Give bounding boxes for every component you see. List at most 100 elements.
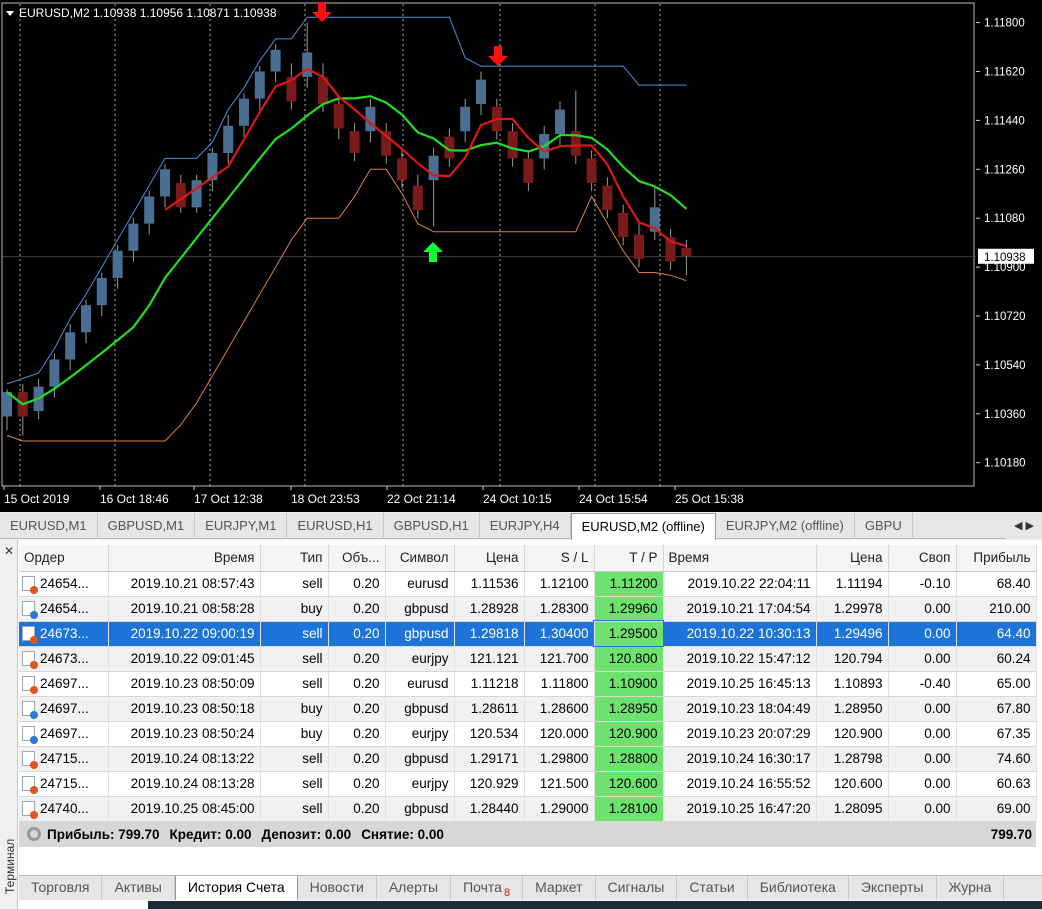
column-header[interactable]: Своп [888,545,957,572]
table-row[interactable]: 24697... 2019.10.23 08:50:24 buy 0.20 eurjpy… [19,721,1037,747]
table-cell: 120.000 [524,721,595,747]
terminal-tab[interactable]: Торговля [19,876,103,900]
bull-candle [160,169,170,197]
symbol-tab[interactable]: GBPU [855,513,913,539]
time-tick-label: 15 Oct 2019 [4,492,70,506]
order-id: 24715... [40,776,89,791]
symbol-tab[interactable]: EURUSD,M1 [0,513,98,539]
table-cell: 69.00 [956,796,1037,822]
terminal-tab[interactable]: Журна [937,876,1005,900]
column-header[interactable]: Цена [816,545,889,572]
table-cell: 0.20 [328,596,386,622]
table-cell: 2019.10.24 08:13:22 [108,746,261,772]
symbol-tab[interactable]: EURJPY,H4 [480,513,571,539]
price-tick-label: 1.11440 [984,115,1025,127]
column-header[interactable]: Тип [260,545,329,572]
table-cell: 1.28300 [524,596,595,622]
symbol-tab[interactable]: EURUSD,H1 [287,513,384,539]
symbol-tab[interactable]: EURJPY,M1 [195,513,288,539]
table-row[interactable]: 24697... 2019.10.23 08:50:09 sell 0.20 eurus… [19,671,1037,697]
bull-candle [191,180,202,208]
chart-title: EURUSD,M2 1.10938 1.10956 1.10871 1.1093… [6,6,277,20]
bull-candle [144,196,155,224]
table-cell: 121.121 [454,646,525,672]
symbol-tab[interactable]: EURUSD,M2 (offline) [570,513,716,540]
symbol-tab[interactable]: GBPUSD,M1 [98,513,196,539]
table-cell: 1.28928 [454,596,525,622]
account-history-table: Ордер Время Тип Объ... Символ Цена S / LT / PВ… [19,545,1037,822]
table-cell: 1.28798 [816,746,889,772]
table-cell: sell [260,796,329,822]
terminal-tab[interactable]: Активы [102,876,175,900]
table-row[interactable]: 24654... 2019.10.21 08:58:28 buy 0.20 gbpusd… [19,596,1037,622]
bull-candle [270,49,281,72]
bull-candle [128,223,139,251]
sell-signal-arrow-icon [312,2,332,22]
column-header[interactable]: Объ... [328,545,386,572]
symbol-tab[interactable]: EURJPY,M2 (offline) [716,513,855,539]
table-cell: 60.24 [956,646,1037,672]
summary-row: Прибыль: 799.70 Кредит: 0.00 Депозит: 0.… [19,821,1036,847]
upper-channel-line [6,16,687,385]
table-row[interactable]: 24697... 2019.10.23 08:50:18 buy 0.20 gbpusd… [19,696,1037,722]
column-header[interactable]: Символ [385,545,455,572]
table-cell: 120.600 [816,771,889,797]
sell-order-icon [22,626,38,644]
table-row[interactable]: 24740... 2019.10.25 08:45:00 sell 0.20 gbpus… [19,796,1037,822]
table-cell: 2019.10.24 08:13:28 [108,771,261,797]
terminal-tab[interactable]: Статьи [677,876,748,900]
order-cell: 24697... [19,696,109,722]
chart-title-text: EURUSD,M2 1.10938 1.10956 1.10871 1.1093… [19,6,277,20]
order-cell: 24697... [19,671,109,697]
price-tick-label: 1.11800 [984,18,1025,30]
bear-candle [349,131,360,153]
table-cell: 1.29818 [454,621,525,647]
column-header[interactable]: Ордер [19,545,109,572]
buy-signal-arrow-icon [423,242,443,262]
terminal-tab-label: Новости [309,879,364,895]
table-row[interactable]: 24673... 2019.10.22 09:00:19 sell 0.20 gbpus… [19,620,1037,647]
table-cell: 0.20 [328,721,386,747]
order-id: 24654... [40,601,89,616]
terminal-tab[interactable]: Алерты [377,876,452,900]
table-row[interactable]: 24715... 2019.10.24 08:13:28 sell 0.20 eurjp… [19,771,1037,797]
terminal-tab[interactable]: Маркет [523,876,596,900]
tab-scroll-arrows-icon[interactable]: ◀ ▶ [1006,513,1042,539]
column-header[interactable]: Прибыль [956,545,1037,572]
column-header[interactable]: Время [108,545,261,572]
table-cell: 0.20 [328,571,386,597]
column-header[interactable]: S / L [524,545,595,572]
mail-count-badge: 8 [503,887,511,899]
terminal-tab[interactable]: Библиотека [748,876,849,900]
order-cell: 24697... [19,721,109,747]
summary-total: 799.70 [990,826,1032,842]
column-header[interactable]: T / P [594,545,664,572]
table-header-row: Ордер Время Тип Объ... Символ Цена S / LT / PВ… [19,545,1037,572]
summary-credit: Кредит: 0.00 [169,826,252,842]
sell-order-icon [22,676,38,694]
buy-order-icon [22,601,38,619]
table-cell: 0.00 [888,596,957,622]
terminal-panel: ✕ Терминал Ордер Время Тип Объ... Символ Цена… [0,540,1042,909]
table-cell: gbpusd [385,621,455,647]
column-header[interactable]: Цена [454,545,525,572]
terminal-tab[interactable]: Эксперты [849,876,937,900]
column-header[interactable]: Время [663,545,817,572]
table-row[interactable]: 24715... 2019.10.24 08:13:22 sell 0.20 gbpus… [19,746,1037,772]
table-cell: 1.29960 [594,596,664,622]
terminal-tab[interactable]: Почта 8 [451,876,524,900]
chart-menu-icon[interactable] [6,11,14,17]
close-icon[interactable]: ✕ [4,544,14,558]
table-row[interactable]: 24654... 2019.10.21 08:57:43 sell 0.20 eurus… [19,571,1037,597]
price-chart[interactable]: 1.11800 1.11620 1.11440 1.11260 1.11080 1.109… [0,0,1042,512]
terminal-tab[interactable]: История Счета [174,876,298,900]
table-cell: 1.11200 [594,571,664,597]
table-cell: 2019.10.23 08:50:18 [108,696,261,722]
table-cell: 1.10900 [594,671,664,697]
time-tick-label: 17 Oct 12:38 [194,492,263,506]
terminal-tab[interactable]: Новости [298,876,377,900]
table-row[interactable]: 24673... 2019.10.22 09:01:45 sell 0.20 eurjp… [19,646,1037,672]
terminal-tab[interactable]: Сигналы [596,876,678,900]
price-tick-label: 1.10180 [984,458,1026,470]
symbol-tab[interactable]: GBPUSD,H1 [384,513,480,539]
